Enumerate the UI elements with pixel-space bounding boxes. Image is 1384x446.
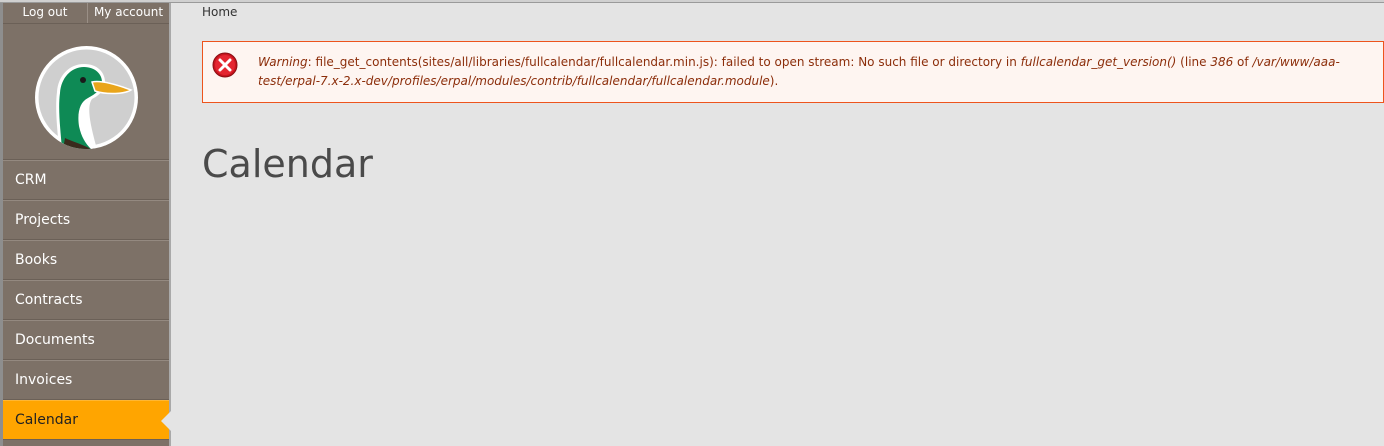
nav-item-label: Contracts xyxy=(15,292,83,308)
logout-link[interactable]: Log out xyxy=(3,3,88,23)
logo-area xyxy=(3,24,169,160)
warning-text: Warning: file_get_contents(sites/all/lib… xyxy=(258,53,1378,91)
nav-item-books[interactable]: Books xyxy=(3,240,169,280)
error-icon xyxy=(212,52,238,78)
sidebar: Log out My account CRM Projects Books Co… xyxy=(0,3,171,446)
nav-item-contracts[interactable]: Contracts xyxy=(3,280,169,320)
warning-text-part: ). xyxy=(769,74,779,88)
nav-item-label: Calendar xyxy=(15,412,78,428)
breadcrumb: Home xyxy=(202,5,237,19)
warning-text-part: : file_get_contents(sites/all/libraries/… xyxy=(307,55,1021,69)
warning-text-part: (line xyxy=(1176,55,1211,69)
nav-item-label: CRM xyxy=(15,172,47,188)
page-title: Calendar xyxy=(202,142,373,186)
nav-item-label: Documents xyxy=(15,332,95,348)
nav-item-invoices[interactable]: Invoices xyxy=(3,360,169,400)
warning-message: Warning: file_get_contents(sites/all/lib… xyxy=(202,41,1384,103)
warning-label: Warning xyxy=(258,55,308,69)
breadcrumb-home-link[interactable]: Home xyxy=(202,5,237,19)
duck-logo-icon[interactable] xyxy=(35,46,138,149)
nav-item-label: Projects xyxy=(15,212,71,228)
nav-list: CRM Projects Books Contracts Documents I… xyxy=(3,160,171,440)
nav-item-calendar[interactable]: Calendar xyxy=(3,400,171,440)
nav-item-projects[interactable]: Projects xyxy=(3,200,169,240)
nav-item-label: Books xyxy=(15,252,58,268)
top-border xyxy=(0,0,1384,3)
warning-line: 386 xyxy=(1210,55,1234,69)
account-bar: Log out My account xyxy=(3,3,169,24)
warning-function: fullcalendar_get_version() xyxy=(1020,55,1177,69)
my-account-link[interactable]: My account xyxy=(88,3,169,23)
nav-item-documents[interactable]: Documents xyxy=(3,320,169,360)
warning-text-part: of xyxy=(1233,55,1253,69)
nav-item-crm[interactable]: CRM xyxy=(3,160,169,200)
nav-item-label: Invoices xyxy=(15,372,73,388)
active-arrow-icon xyxy=(161,411,171,431)
